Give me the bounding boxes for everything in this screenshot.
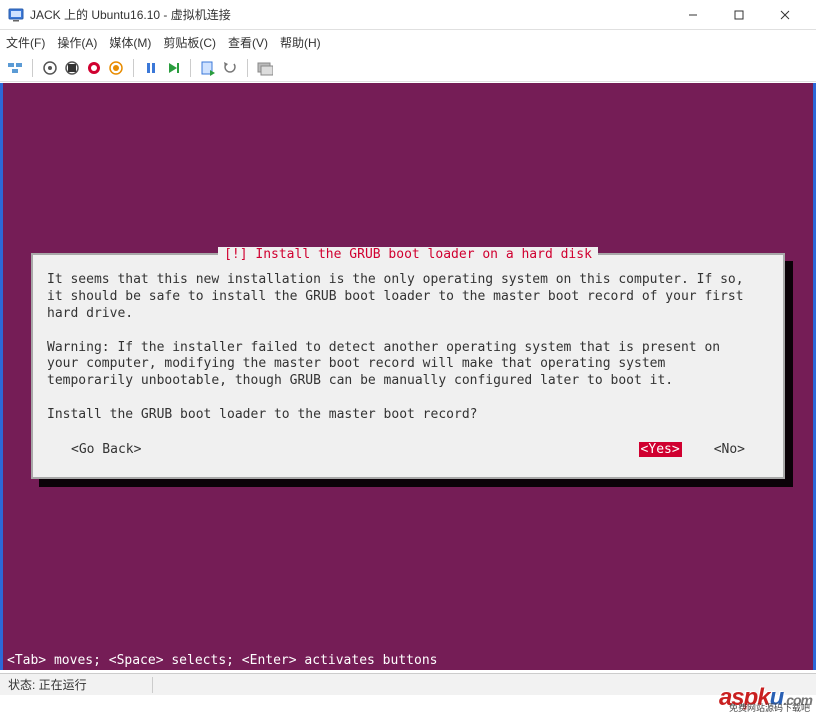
dialog-title: [!] Install the GRUB boot loader on a ha… xyxy=(218,247,598,262)
minimize-button[interactable] xyxy=(670,0,716,30)
separator xyxy=(152,677,153,693)
window-controls xyxy=(670,0,808,30)
shutdown-icon[interactable] xyxy=(85,59,103,77)
reset-icon[interactable] xyxy=(164,59,182,77)
revert-icon[interactable] xyxy=(221,59,239,77)
titlebar: JACK 上的 Ubuntu16.10 - 虚拟机连接 xyxy=(0,0,816,30)
status-label: 状态: 正在运行 xyxy=(8,676,87,693)
menu-clipboard[interactable]: 剪贴板(C) xyxy=(163,34,216,51)
dialog-actions: <Go Back> <Yes> <No> xyxy=(47,442,769,463)
save-icon[interactable] xyxy=(107,59,125,77)
menubar: 文件(F) 操作(A) 媒体(M) 剪贴板(C) 查看(V) 帮助(H) xyxy=(0,30,816,54)
separator xyxy=(32,59,33,77)
ctrl-alt-del-icon[interactable] xyxy=(6,59,24,77)
installer-dialog: [!] Install the GRUB boot loader on a ha… xyxy=(31,253,785,479)
toolbar xyxy=(0,54,816,82)
enhanced-session-icon[interactable] xyxy=(256,59,274,77)
close-button[interactable] xyxy=(762,0,808,30)
turnoff-icon[interactable] xyxy=(63,59,81,77)
menu-view[interactable]: 查看(V) xyxy=(228,34,268,51)
menu-help[interactable]: 帮助(H) xyxy=(280,34,321,51)
hint-bar: <Tab> moves; <Space> selects; <Enter> ac… xyxy=(3,651,813,670)
dialog-title-wrap: [!] Install the GRUB boot loader on a ha… xyxy=(47,247,769,262)
checkpoint-icon[interactable] xyxy=(199,59,217,77)
spacer xyxy=(141,442,638,457)
go-back-button[interactable]: <Go Back> xyxy=(71,442,141,457)
statusbar: 状态: 正在运行 xyxy=(0,673,816,695)
menu-file[interactable]: 文件(F) xyxy=(6,34,45,51)
maximize-button[interactable] xyxy=(716,0,762,30)
yes-button[interactable]: <Yes> xyxy=(639,442,682,457)
vm-screen: [!] Install the GRUB boot loader on a ha… xyxy=(3,83,813,670)
app-icon xyxy=(8,7,24,23)
separator xyxy=(247,59,248,77)
separator xyxy=(190,59,191,77)
separator xyxy=(133,59,134,77)
menu-action[interactable]: 操作(A) xyxy=(57,34,97,51)
pause-icon[interactable] xyxy=(142,59,160,77)
watermark-sub: 免费网站源码下载吧 xyxy=(729,701,810,714)
window-title: JACK 上的 Ubuntu16.10 - 虚拟机连接 xyxy=(30,6,670,23)
start-icon[interactable] xyxy=(41,59,59,77)
menu-media[interactable]: 媒体(M) xyxy=(109,34,151,51)
no-button[interactable]: <No> xyxy=(714,442,745,457)
dialog-body: It seems that this new installation is t… xyxy=(47,272,769,424)
